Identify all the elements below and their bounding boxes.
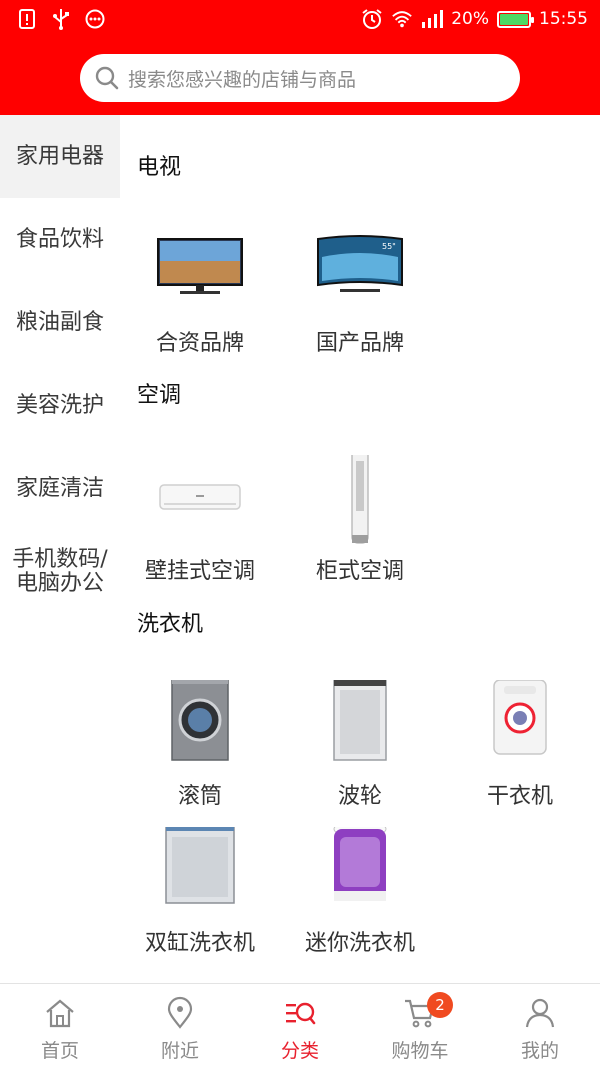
- bottom-tab-bar: 首页 附近 分类 2 购物车 我的: [0, 983, 600, 1067]
- ac-image: [159, 484, 241, 510]
- alert-icon: [16, 8, 38, 30]
- section-title-ac: 空调: [137, 383, 182, 408]
- sidebar-item-appliances[interactable]: 家用电器: [0, 115, 120, 198]
- search-input[interactable]: 搜索您感兴趣的店铺与商品: [80, 54, 520, 102]
- dots-icon: [84, 8, 106, 30]
- item-label: 迷你洗衣机: [304, 931, 415, 956]
- sidebar-item-beauty[interactable]: 美容洗护: [0, 364, 120, 447]
- section-title-tv: 电视: [137, 155, 182, 180]
- header-bar: 20% 15:55 搜索您感兴趣的店铺与商品: [0, 0, 600, 115]
- tab-label: 附近: [160, 1040, 199, 1062]
- tv-image: 55": [317, 235, 403, 292]
- tab-label: 分类: [280, 1040, 319, 1062]
- item-washer-dryer[interactable]: 干衣机: [440, 680, 600, 810]
- item-label: 干衣机: [486, 784, 553, 809]
- dryer-image: [493, 680, 547, 755]
- tv-image: [157, 238, 243, 294]
- home-icon: [46, 999, 74, 1028]
- ac-image: [351, 455, 369, 544]
- battery-icon: [497, 10, 534, 28]
- usb-icon: [50, 8, 72, 30]
- item-label: 滚筒: [177, 784, 222, 809]
- washer-image: [165, 827, 235, 904]
- signal-icon: [421, 8, 444, 30]
- wifi-icon: [391, 8, 413, 30]
- cart-badge: 2: [427, 992, 453, 1018]
- tab-label: 首页: [40, 1040, 79, 1062]
- tab-home[interactable]: 首页: [0, 984, 120, 1067]
- search-icon: [95, 66, 119, 90]
- tab-me[interactable]: 我的: [480, 984, 600, 1067]
- sidebar-item-food-drink[interactable]: 食品饮料: [0, 198, 120, 281]
- tab-label: 购物车: [391, 1040, 449, 1062]
- clock: 15:55: [539, 9, 588, 29]
- item-tv-domestic[interactable]: 55" 国产品牌: [280, 227, 440, 357]
- section-title-washer: 洗衣机: [137, 612, 204, 637]
- user-icon: [525, 998, 555, 1028]
- location-pin-icon: [167, 996, 193, 1029]
- item-label: 柜式空调: [315, 559, 404, 584]
- item-label: 壁挂式空调: [144, 559, 255, 584]
- item-label: 波轮: [337, 784, 382, 809]
- alarm-icon: [361, 8, 383, 30]
- item-ac-wall[interactable]: 壁挂式空调: [120, 455, 280, 585]
- tab-cart[interactable]: 2 购物车: [360, 984, 480, 1067]
- battery-percent: 20%: [451, 9, 489, 29]
- tab-category[interactable]: 分类: [240, 984, 360, 1067]
- item-washer-twin-tub[interactable]: 双缸洗衣机: [120, 827, 280, 957]
- item-label: 双缸洗衣机: [144, 931, 255, 956]
- item-washer-mini[interactable]: 迷你洗衣机: [280, 827, 440, 957]
- washer-image: [171, 680, 229, 761]
- item-washer-drum[interactable]: 滚筒: [120, 680, 280, 810]
- item-washer-impeller[interactable]: 波轮: [280, 680, 440, 810]
- svg-text:55": 55": [382, 242, 396, 251]
- status-bar: 20% 15:55: [0, 0, 600, 40]
- app-screen: 20% 15:55 搜索您感兴趣的店铺与商品 家用电器 食品饮料 粮油副食 美容…: [0, 0, 600, 1067]
- tab-nearby[interactable]: 附近: [120, 984, 240, 1067]
- washer-image: [333, 680, 387, 761]
- tab-label: 我的: [520, 1040, 559, 1062]
- search-placeholder: 搜索您感兴趣的店铺与商品: [128, 68, 357, 91]
- item-ac-floor[interactable]: 柜式空调: [280, 455, 440, 585]
- category-sidebar: 家用电器 食品饮料 粮油副食 美容洗护 家庭清洁 手机数码/电脑办公: [0, 115, 120, 983]
- item-label: 合资品牌: [155, 331, 244, 356]
- sidebar-item-grain-oil[interactable]: 粮油副食: [0, 281, 120, 364]
- item-tv-jv[interactable]: 合资品牌: [120, 227, 280, 357]
- item-label: 国产品牌: [315, 331, 404, 356]
- category-search-icon: [286, 1002, 316, 1025]
- sidebar-item-digital-office[interactable]: 手机数码/电脑办公: [0, 530, 120, 613]
- washer-image: [333, 827, 387, 901]
- sidebar-item-cleaning[interactable]: 家庭清洁: [0, 447, 120, 530]
- category-content: 电视 合资品牌 55" 国产品牌 空调 壁挂式空调 柜式空调 洗衣机 滚筒 波轮…: [120, 115, 600, 983]
